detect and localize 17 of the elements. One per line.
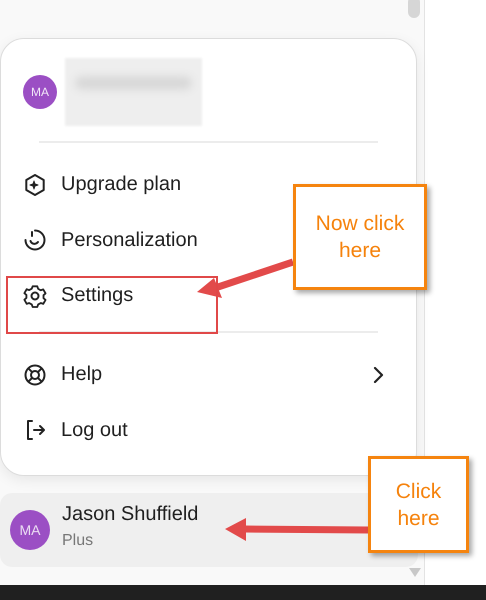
menu-item[interactable]: Personalization: [19, 215, 212, 265]
menu-item[interactable]: Log out: [19, 405, 142, 455]
menu-item[interactable]: Settings: [19, 270, 148, 320]
lifebuoy-icon: [23, 362, 47, 386]
menu-item[interactable]: Help: [19, 350, 398, 400]
callout-tooltip: Click here: [368, 456, 469, 553]
menu-item[interactable]: Upgrade plan: [19, 160, 196, 210]
chevron-right-icon: [372, 366, 384, 384]
user-avatar: MA: [10, 510, 50, 550]
settings-icon: [23, 284, 47, 308]
smile-circle-icon: [23, 228, 47, 252]
scrollbar-thumb[interactable]: [408, 0, 420, 18]
user-avatar: MA: [23, 75, 57, 109]
plan-label: Plus: [62, 532, 94, 550]
user-name: Jason Shuffield: [62, 502, 198, 526]
callout-tooltip: Now click here: [293, 184, 427, 290]
hexagon-sparkle-icon: [23, 172, 47, 196]
